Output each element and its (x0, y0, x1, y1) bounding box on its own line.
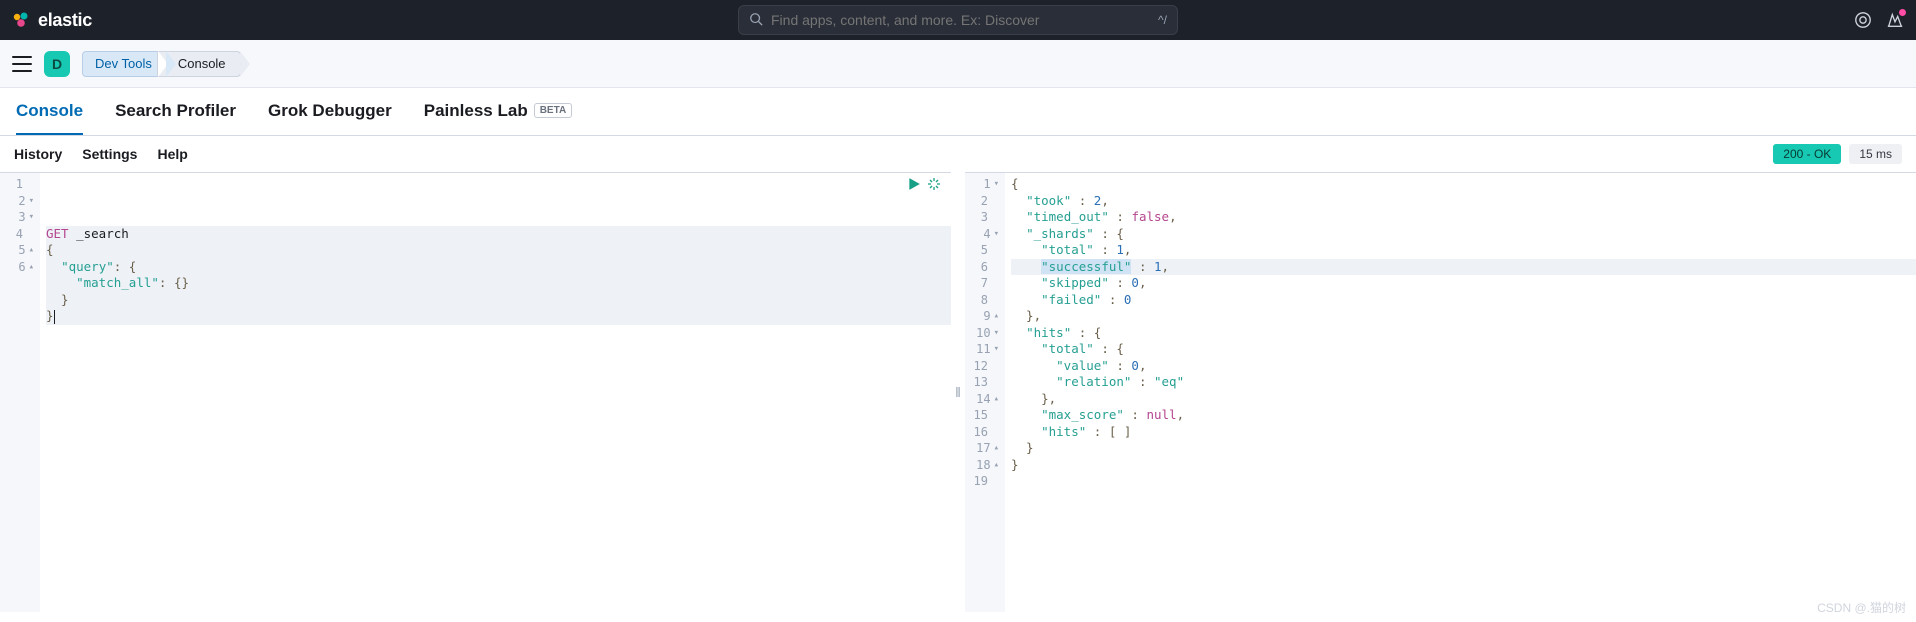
brand-logo[interactable]: elastic (12, 10, 92, 31)
help-link[interactable]: Help (157, 146, 187, 162)
history-link[interactable]: History (14, 146, 62, 162)
watermark: CSDN @.猫的树 (1817, 599, 1906, 616)
elastic-logo-icon (12, 11, 30, 29)
response-status-badge: 200 - OK (1773, 144, 1841, 164)
nav-toggle-button[interactable] (12, 56, 32, 72)
space-selector[interactable]: D (44, 51, 70, 77)
tab-painless-lab[interactable]: Painless Lab BETA (424, 88, 572, 135)
response-gutter: 1▾234▾56789▴10▾11▾121314▴151617▴18▴19 (965, 173, 1005, 612)
newsfeed-icon[interactable] (1886, 11, 1904, 29)
tab-console[interactable]: Console (16, 88, 83, 135)
console-toolbar: History Settings Help 200 - OK 15 ms (0, 136, 1916, 172)
help-icon[interactable] (1854, 11, 1872, 29)
sub-header: D Dev Tools Console (0, 40, 1916, 88)
send-request-icon[interactable] (907, 177, 921, 196)
request-actions (907, 177, 941, 196)
request-gutter: 12▾3▾45▴6▴ (0, 173, 40, 612)
notification-dot (1899, 9, 1906, 16)
search-input[interactable] (771, 12, 1158, 28)
beta-badge: BETA (534, 103, 572, 118)
tab-search-profiler[interactable]: Search Profiler (115, 88, 236, 135)
brand-text: elastic (38, 10, 92, 31)
console-editor: 12▾3▾45▴6▴ GET _search{ "query": { "matc… (0, 172, 1916, 612)
breadcrumb-dev-tools[interactable]: Dev Tools (82, 51, 167, 77)
response-pane: 1▾234▾56789▴10▾11▾121314▴151617▴18▴19 { … (965, 172, 1916, 612)
response-viewer[interactable]: { "took" : 2, "timed_out" : false, "_sha… (1005, 173, 1916, 612)
request-options-icon[interactable] (927, 177, 941, 196)
dev-tools-tabs: Console Search Profiler Grok Debugger Pa… (0, 88, 1916, 136)
tab-grok-debugger[interactable]: Grok Debugger (268, 88, 392, 135)
header-actions (1854, 11, 1904, 29)
request-pane: 12▾3▾45▴6▴ GET _search{ "query": { "matc… (0, 172, 951, 612)
request-editor[interactable]: GET _search{ "query": { "match_all": {} … (40, 173, 951, 612)
top-header: elastic ^/ (0, 0, 1916, 40)
tab-painless-label: Painless Lab (424, 101, 528, 121)
search-icon (749, 12, 763, 29)
search-shortcut: ^/ (1158, 13, 1167, 27)
breadcrumb: Dev Tools Console (82, 51, 241, 77)
response-time-badge: 15 ms (1849, 144, 1902, 164)
global-search[interactable]: ^/ (738, 5, 1178, 35)
settings-link[interactable]: Settings (82, 146, 137, 162)
pane-splitter[interactable]: ‖ (951, 172, 965, 612)
